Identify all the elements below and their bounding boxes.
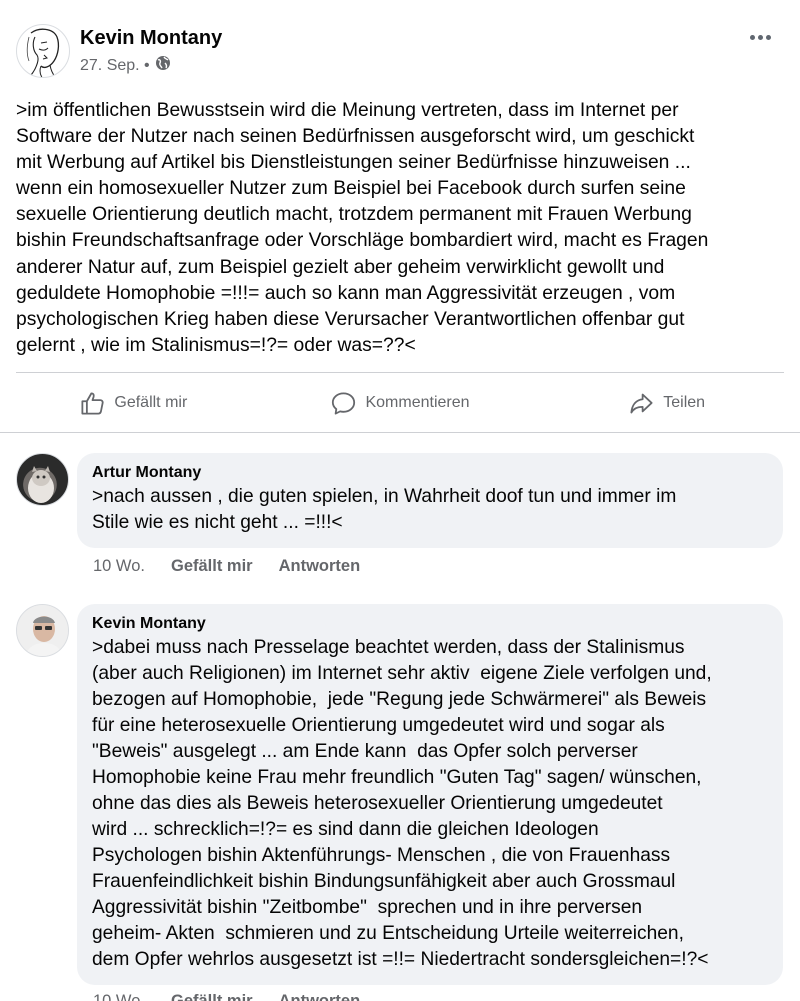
more-options-button[interactable] <box>745 25 775 49</box>
commenter-avatar[interactable] <box>16 453 69 506</box>
sketch-portrait-icon <box>26 28 60 77</box>
comment-time[interactable]: 10 Wo. <box>93 557 145 576</box>
like-button[interactable]: Gefällt mir <box>0 378 267 428</box>
cat-photo-icon <box>28 466 54 503</box>
comment-time[interactable]: 10 Wo. <box>93 992 145 1001</box>
author-avatar[interactable] <box>16 24 70 78</box>
share-label: Teilen <box>663 394 706 411</box>
like-label: Gefällt mir <box>114 394 188 411</box>
post-date[interactable]: 27. Sep. • <box>80 57 150 75</box>
comment-bubble: Kevin Montany >dabei muss nach Presselag… <box>77 604 783 985</box>
comment-reply-button[interactable]: Antworten <box>279 992 361 1001</box>
commenter-name[interactable]: Kevin Montany <box>92 613 768 635</box>
divider <box>0 432 800 433</box>
post-meta: 27. Sep. • <box>80 55 171 76</box>
post-text: >im öffentlichen Bewusstsein wird die Me… <box>16 100 709 356</box>
comment-like-button[interactable]: Gefällt mir <box>171 557 253 576</box>
commenter-avatar[interactable] <box>16 604 69 657</box>
globe-icon <box>155 55 171 76</box>
person-photo-icon <box>17 605 68 656</box>
comment-actions: 10 Wo. Gefällt mir Antworten <box>93 992 360 1001</box>
post-header: Kevin Montany 27. Sep. • <box>16 22 784 82</box>
post-actions: Gefällt mir Kommentieren Teilen <box>0 378 800 428</box>
author-name[interactable]: Kevin Montany <box>80 27 222 50</box>
dot-icon <box>765 34 771 40</box>
divider <box>16 372 784 373</box>
comment-actions: 10 Wo. Gefällt mir Antworten <box>93 557 360 576</box>
comment-like-button[interactable]: Gefällt mir <box>171 992 253 1001</box>
comment-text: >dabei muss nach Presselage beachtet wer… <box>92 637 712 970</box>
share-arrow-icon <box>630 393 653 413</box>
commenter-name[interactable]: Artur Montany <box>92 462 768 484</box>
comment-button[interactable]: Kommentieren <box>267 378 534 428</box>
comment-icon <box>332 391 356 415</box>
dot-icon <box>757 34 763 40</box>
comment-bubble: Artur Montany >nach aussen , die guten s… <box>77 453 783 548</box>
comment-text: >nach aussen , die guten spielen, in Wah… <box>92 486 677 533</box>
dot-icon <box>749 34 755 40</box>
comment-label: Kommentieren <box>365 394 470 411</box>
share-button[interactable]: Teilen <box>533 378 800 428</box>
comment-reply-button[interactable]: Antworten <box>279 557 361 576</box>
thumbs-up-icon <box>81 391 104 415</box>
